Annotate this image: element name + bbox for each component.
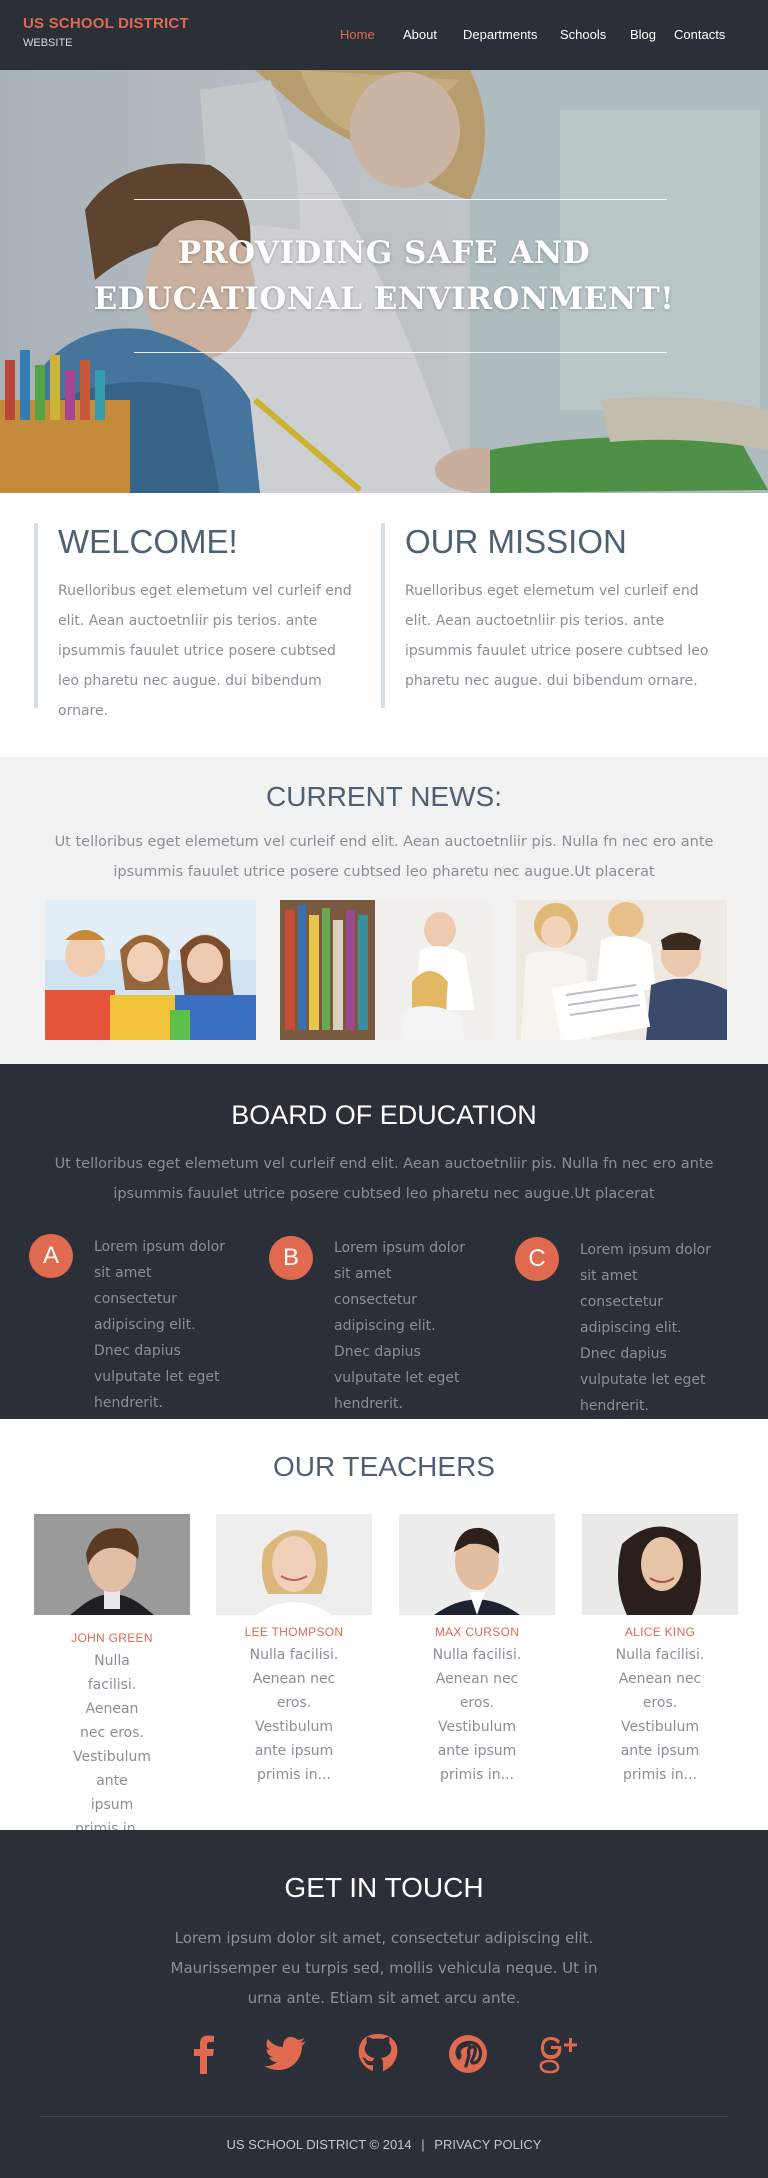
teacher-card[interactable]: JOHN GREEN Nulla facilisi. Aenean nec er… bbox=[34, 1514, 190, 1841]
welcome-title: WELCOME! bbox=[58, 523, 238, 560]
nav-departments[interactable]: Departments bbox=[463, 27, 537, 42]
welcome-block: WELCOME! Ruelloribus eget elemetum vel c… bbox=[34, 523, 354, 719]
twitter-icon[interactable] bbox=[262, 2030, 310, 2078]
mission-text: Ruelloribus eget elemetum vel curleif en… bbox=[405, 583, 709, 689]
teacher-photo bbox=[582, 1514, 738, 1615]
site-header: US SCHOOL DISTRICT WEBSITE Home About De… bbox=[0, 0, 768, 70]
teacher-card[interactable]: MAX CURSON Nulla facilisi. Aenean nec er… bbox=[399, 1514, 555, 1787]
welcome-text: Ruelloribus eget elemetum vel curleif en… bbox=[58, 583, 352, 719]
nav-home[interactable]: Home bbox=[340, 27, 375, 42]
board-section: BOARD OF EDUCATION Ut telloribus eget el… bbox=[0, 1064, 768, 1419]
teachers-section: OUR TEACHERS JOHN GREEN Nulla facilisi. … bbox=[0, 1419, 768, 1837]
pinterest-icon[interactable] bbox=[444, 2030, 492, 2078]
hero-title: PROVIDING SAFE AND EDUCATIONAL ENVIRONME… bbox=[60, 230, 708, 322]
teacher-name[interactable]: MAX CURSON bbox=[399, 1625, 555, 1639]
teacher-name[interactable]: ALICE KING bbox=[582, 1625, 738, 1639]
main-nav: Home About Departments Schools Blog Cont… bbox=[0, 0, 768, 70]
hero-divider-bottom bbox=[134, 352, 667, 353]
teacher-card[interactable]: LEE THOMPSON Nulla facilisi. Aenean nec … bbox=[216, 1514, 372, 1787]
teacher-description: Nulla facilisi. Aenean nec eros. Vestibu… bbox=[249, 1647, 339, 1783]
board-item-text-b: Lorem ipsum dolor sit amet consectetur a… bbox=[334, 1240, 465, 1412]
hero-title-line-1: PROVIDING SAFE AND bbox=[177, 235, 591, 271]
github-icon[interactable] bbox=[354, 2030, 402, 2078]
board-badge-a: A bbox=[29, 1234, 73, 1278]
intro-section: WELCOME! Ruelloribus eget elemetum vel c… bbox=[0, 493, 768, 757]
contact-section: GET IN TOUCH Lorem ipsum dolor sit amet,… bbox=[0, 1830, 768, 2178]
news-text: Ut telloribus eget elemetum vel curleif … bbox=[54, 834, 714, 880]
board-item-text-c: Lorem ipsum dolor sit amet consectetur a… bbox=[580, 1242, 711, 1414]
teacher-photo bbox=[34, 1514, 190, 1615]
teacher-description: Nulla facilisi. Aenean nec eros. Vestibu… bbox=[615, 1647, 705, 1783]
nav-contacts[interactable]: Contacts bbox=[674, 27, 725, 42]
news-image-1[interactable] bbox=[45, 900, 256, 1040]
board-badge-c: C bbox=[515, 1237, 559, 1281]
nav-about[interactable]: About bbox=[403, 27, 437, 42]
site-footer: US SCHOOL DISTRICT © 2014 | PRIVACY POLI… bbox=[0, 2137, 768, 2152]
news-title: CURRENT NEWS: bbox=[266, 781, 502, 812]
privacy-policy-link[interactable]: PRIVACY POLICY bbox=[434, 2137, 541, 2152]
teacher-photo bbox=[399, 1514, 555, 1615]
teacher-description: Nulla facilisi. Aenean nec eros. Vestibu… bbox=[432, 1647, 522, 1783]
news-section: CURRENT NEWS: Ut telloribus eget elemetu… bbox=[0, 757, 768, 1064]
mission-title: OUR MISSION bbox=[405, 523, 627, 560]
footer-divider bbox=[40, 2116, 728, 2117]
hero-title-line-2: EDUCATIONAL ENVIRONMENT! bbox=[93, 281, 675, 317]
news-image-2[interactable] bbox=[280, 900, 491, 1040]
teacher-name[interactable]: LEE THOMPSON bbox=[216, 1625, 372, 1639]
hero-divider-top bbox=[134, 199, 667, 200]
teacher-name[interactable]: JOHN GREEN bbox=[34, 1631, 190, 1645]
contact-text: Lorem ipsum dolor sit amet, consectetur … bbox=[170, 1929, 598, 2007]
teacher-photo bbox=[216, 1514, 372, 1615]
nav-blog[interactable]: Blog bbox=[630, 27, 656, 42]
teacher-card[interactable]: ALICE KING Nulla facilisi. Aenean nec er… bbox=[582, 1514, 738, 1787]
teacher-description: Nulla facilisi. Aenean nec eros. Vestibu… bbox=[73, 1653, 151, 1837]
mission-block: OUR MISSION Ruelloribus eget elemetum ve… bbox=[381, 523, 716, 708]
board-item-text-a: Lorem ipsum dolor sit amet consectetur a… bbox=[94, 1239, 225, 1411]
nav-schools[interactable]: Schools bbox=[560, 27, 606, 42]
footer-separator: | bbox=[421, 2137, 425, 2152]
teachers-title: OUR TEACHERS bbox=[273, 1451, 495, 1482]
board-text: Ut telloribus eget elemetum vel curleif … bbox=[54, 1156, 714, 1202]
facebook-icon[interactable] bbox=[180, 2030, 228, 2078]
google-plus-icon[interactable] bbox=[536, 2030, 584, 2078]
contact-title: GET IN TOUCH bbox=[284, 1872, 484, 1903]
hero-banner: PROVIDING SAFE AND EDUCATIONAL ENVIRONME… bbox=[0, 70, 768, 493]
footer-copyright: US SCHOOL DISTRICT © 2014 bbox=[226, 2137, 412, 2152]
board-badge-b: B bbox=[269, 1236, 313, 1280]
news-image-3[interactable] bbox=[516, 900, 727, 1040]
board-title: BOARD OF EDUCATION bbox=[231, 1100, 537, 1130]
